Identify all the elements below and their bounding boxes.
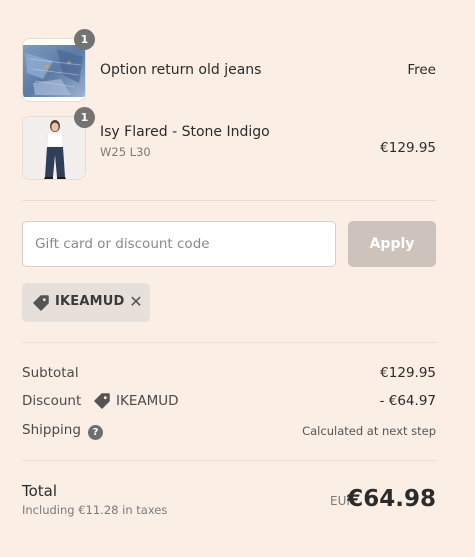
- divider: [22, 460, 436, 461]
- remove-discount-close-icon[interactable]: ✕: [126, 292, 146, 312]
- order-summary-pane: 1 Option return old jeans Free 1 Isy Fla…: [0, 0, 475, 557]
- total-amount: €64.98: [347, 486, 436, 512]
- tag-icon: [33, 295, 49, 311]
- total-label: Total: [22, 482, 58, 500]
- tax-note: Including €11.28 in taxes: [22, 503, 168, 517]
- discount-value: - €64.97: [379, 393, 436, 409]
- quantity-badge: 1: [74, 29, 95, 50]
- shipping-label: Shipping: [22, 422, 81, 438]
- item-price: Free: [407, 62, 436, 78]
- line-item: 1 Isy Flared - Stone Indigo W25 L30 €129…: [22, 107, 436, 180]
- quantity-badge: 1: [74, 107, 95, 128]
- applied-discount-chip: IKEAMUD ✕: [22, 283, 150, 322]
- tag-icon: [94, 393, 110, 409]
- question-icon[interactable]: ?: [88, 425, 103, 440]
- subtotal-label: Subtotal: [22, 365, 79, 381]
- denim-fabric-image: [23, 39, 85, 101]
- discount-code: IKEAMUD: [116, 393, 179, 409]
- subtotal-value: €129.95: [380, 365, 436, 381]
- item-name: Option return old jeans: [100, 62, 262, 78]
- product-thumbnail: 1: [22, 107, 95, 180]
- model-wearing-flared-jeans-image: [23, 117, 85, 179]
- shipping-value: Calculated at next step: [302, 424, 436, 438]
- applied-code-label: IKEAMUD: [55, 294, 125, 309]
- item-name: Isy Flared - Stone Indigo: [100, 124, 270, 140]
- product-thumbnail: 1: [22, 29, 95, 102]
- item-variant: W25 L30: [100, 145, 151, 159]
- divider: [22, 342, 436, 343]
- line-item: 1 Option return old jeans Free: [22, 29, 436, 102]
- divider: [22, 200, 436, 201]
- discount-code-input[interactable]: [22, 221, 336, 267]
- discount-label: Discount: [22, 393, 82, 409]
- apply-button[interactable]: Apply: [348, 221, 436, 267]
- item-price: €129.95: [380, 140, 436, 156]
